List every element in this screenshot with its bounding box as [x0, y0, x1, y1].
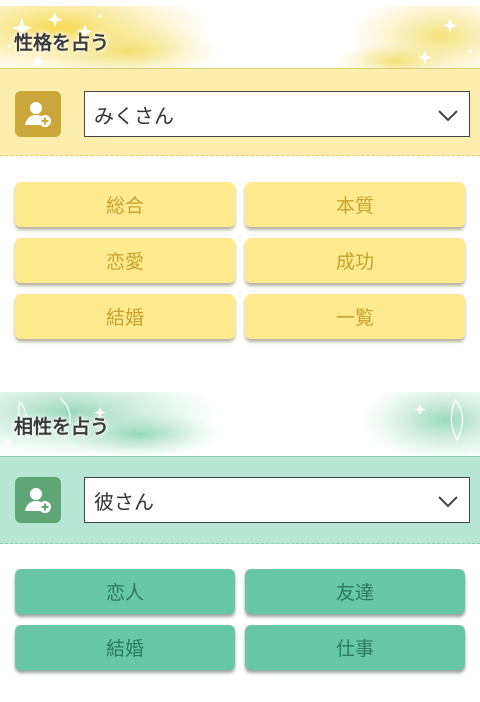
add-person-icon[interactable]: [15, 91, 61, 137]
chevron-down-icon: [438, 110, 458, 122]
list-button[interactable]: 一覧: [245, 294, 465, 339]
marriage-button[interactable]: 結婚: [15, 294, 235, 339]
person-select[interactable]: みくさん: [84, 91, 470, 137]
personality-title: 性格を占う: [14, 32, 110, 54]
overall-button[interactable]: 総合: [15, 182, 235, 227]
success-button[interactable]: 成功: [245, 238, 465, 283]
compatibility-section: 相性を占う 彼さん 恋人 友達 結婚 仕事: [0, 392, 480, 702]
person-select-value: みくさん: [94, 103, 174, 128]
love-button[interactable]: 恋愛: [15, 238, 235, 283]
compatibility-title: 相性を占う: [14, 416, 110, 438]
essence-button[interactable]: 本質: [245, 182, 465, 227]
chevron-down-icon: [438, 496, 458, 508]
compatibility-selector-bar: 彼さん: [0, 456, 480, 544]
partner-select[interactable]: 彼さん: [84, 477, 470, 523]
lover-button[interactable]: 恋人: [15, 569, 235, 614]
marriage-compat-button[interactable]: 結婚: [15, 625, 235, 670]
partner-select-value: 彼さん: [94, 489, 154, 514]
personality-banner: 性格を占う: [0, 0, 480, 68]
personality-section: 性格を占う みくさん 総合 本質 恋愛 成功 結婚 一覧: [0, 0, 480, 360]
friend-button[interactable]: 友達: [245, 569, 465, 614]
compatibility-banner: 相性を占う: [0, 392, 480, 456]
personality-selector-bar: みくさん: [0, 68, 480, 156]
add-person-icon[interactable]: [15, 477, 61, 523]
work-button[interactable]: 仕事: [245, 625, 465, 670]
